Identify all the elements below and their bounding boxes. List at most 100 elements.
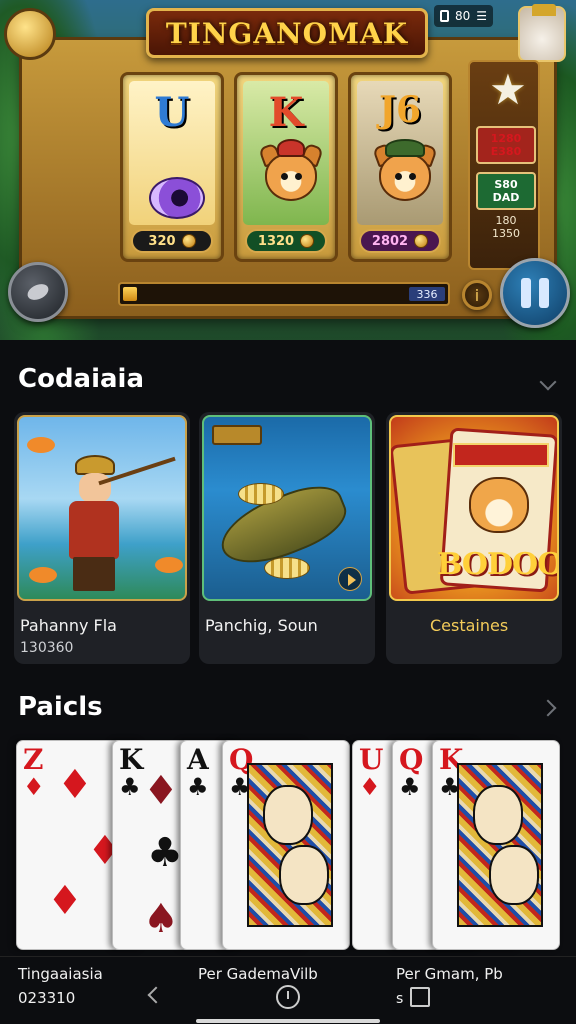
dog-eye [281, 173, 288, 180]
home-indicator [196, 1019, 380, 1023]
game-logo-icon[interactable] [4, 8, 56, 60]
game-card[interactable]: BODOO Cestaines [386, 412, 562, 664]
home-icon[interactable] [276, 985, 300, 1009]
card-art-banner [453, 443, 549, 467]
nav-label-right[interactable]: Per Gmam, Pb [396, 965, 503, 983]
card-rank: K [119, 743, 144, 776]
dog-head [379, 153, 431, 201]
chevron-down-icon[interactable] [539, 373, 557, 391]
game-title: Pahanny Fla [20, 616, 117, 635]
play-icon[interactable] [338, 567, 362, 591]
recents-icon[interactable] [410, 987, 430, 1007]
dog-hero-icon [257, 139, 325, 205]
dog-hat-icon [371, 139, 439, 205]
pause-button[interactable] [500, 258, 570, 328]
reel-2[interactable]: K 1320 [234, 72, 338, 262]
reel-value-pill: 1320 [245, 229, 327, 253]
fish-icon [27, 437, 55, 453]
card-suit: ♣ [119, 773, 141, 801]
game-subtitle: 130360 [20, 640, 74, 656]
card-rank: Z [23, 743, 44, 776]
sign-icon [212, 425, 262, 445]
chevron-right-icon[interactable] [539, 699, 557, 717]
nav-label-left[interactable]: Tingaaiasia [18, 965, 103, 983]
bottom-navigation: Tingaaiasia 023310 Per GademaVilb Per Gm… [0, 956, 576, 1024]
back-icon[interactable] [147, 986, 165, 1004]
spin-settings-button[interactable] [8, 262, 68, 322]
reel-window: J6 [357, 81, 443, 225]
diamond-pip-icon: ♦ [143, 768, 179, 814]
red-bet-button[interactable]: 1280 E380 [476, 126, 536, 164]
diamond-pip-icon: ♦ [47, 878, 83, 924]
red-bet-line1: 1280 [490, 132, 522, 145]
queen-portrait-icon [263, 785, 313, 845]
slot-side-panel: ★ 1280 E380 S80 DAD 180 1350 [468, 60, 540, 270]
pause-icon [521, 278, 549, 308]
card-suit: ♦ [23, 773, 45, 801]
playing-cards-row: Z ♦ ♦ ♦ ♦ K ♣ ♦ ♣ ♠ A ♣ Q ♣ U ♦ Q ♣ K ♣ [0, 740, 576, 956]
purple-eye-icon [149, 177, 205, 219]
menu-icon: ☰ [476, 9, 488, 23]
info-button[interactable]: ⅰ [462, 280, 492, 310]
side-stat: 180 1350 [476, 214, 536, 240]
playing-card[interactable]: K ♣ [432, 740, 560, 950]
info-icon: ⅰ [474, 285, 480, 305]
king-portrait-icon [489, 845, 539, 905]
card-suit: ♣ [399, 773, 421, 801]
queen-face-art [247, 763, 333, 927]
king-portrait-icon [473, 785, 523, 845]
dog-hat [385, 139, 425, 157]
side-stat-line2: 1350 [492, 227, 520, 240]
game-title: Panchig, Soun [205, 616, 318, 635]
green-bet-button[interactable]: S80 DAD [476, 172, 536, 210]
playing-card[interactable]: Q ♣ [222, 740, 350, 950]
dog-hat [277, 139, 305, 157]
reel-1[interactable]: U 320 [120, 72, 224, 262]
game-card[interactable]: Pahanny Fla 130360 [14, 412, 190, 664]
red-bet-line2: E380 [490, 145, 522, 158]
fish-icon [155, 557, 183, 573]
reel-value: 320 [148, 233, 176, 249]
dog-eye [409, 173, 416, 180]
star-icon[interactable]: ★ [488, 69, 528, 111]
fish-icon [29, 567, 57, 583]
avatar[interactable] [518, 4, 566, 62]
slot-title: TINGANOMAK [165, 16, 409, 50]
reel-symbol-letter: J6 [378, 89, 422, 131]
diamond-pip-icon: ♦ [57, 762, 93, 808]
game-title: Cestaines [430, 616, 509, 635]
reel-3[interactable]: J6 2802 [348, 72, 452, 262]
coin-icon [414, 234, 429, 248]
reel-symbol-letter: U [154, 89, 190, 136]
bodoo-logo-text: BODOO [437, 547, 559, 582]
game-thumbnail: BODOO [389, 415, 559, 601]
king-face-art [457, 763, 543, 927]
reel-value: 2802 [371, 233, 409, 249]
card-suit: ♣ [187, 773, 209, 801]
dog-eye [395, 173, 402, 180]
game-card[interactable]: Panchig, Soun [199, 412, 375, 664]
game-thumbnail [17, 415, 187, 601]
slot-title-plate: TINGANOMAK [146, 8, 428, 58]
club-pip-icon: ♣ [147, 830, 183, 876]
dog-face-icon [469, 477, 529, 533]
dog-eye [295, 173, 302, 180]
reel-value-pill: 2802 [359, 229, 441, 253]
lock-icon [440, 10, 449, 22]
game-thumbnail [202, 415, 372, 601]
green-bet-line1: S80 [494, 178, 518, 191]
jackpot-progress-bar: 336 [118, 282, 450, 306]
status-value: 80 [455, 9, 471, 23]
dog-head [265, 153, 317, 201]
card-rank: Q [399, 743, 424, 776]
slot-banner[interactable]: TINGANOMAK 80 ☰ U 320 K 1320 J6 2802 ★ 1… [0, 0, 576, 340]
reel-window: K [243, 81, 329, 225]
bait-icon [238, 483, 284, 505]
coin-stack-icon [25, 281, 51, 303]
section-title-cards: Paicls [18, 692, 103, 722]
reel-value: 1320 [257, 233, 295, 249]
nav-label-mid[interactable]: Per GademaVilb [198, 965, 318, 983]
reel-value-pill: 320 [131, 229, 213, 253]
side-stat-line1: 180 [495, 214, 517, 227]
coin-icon [181, 234, 196, 248]
